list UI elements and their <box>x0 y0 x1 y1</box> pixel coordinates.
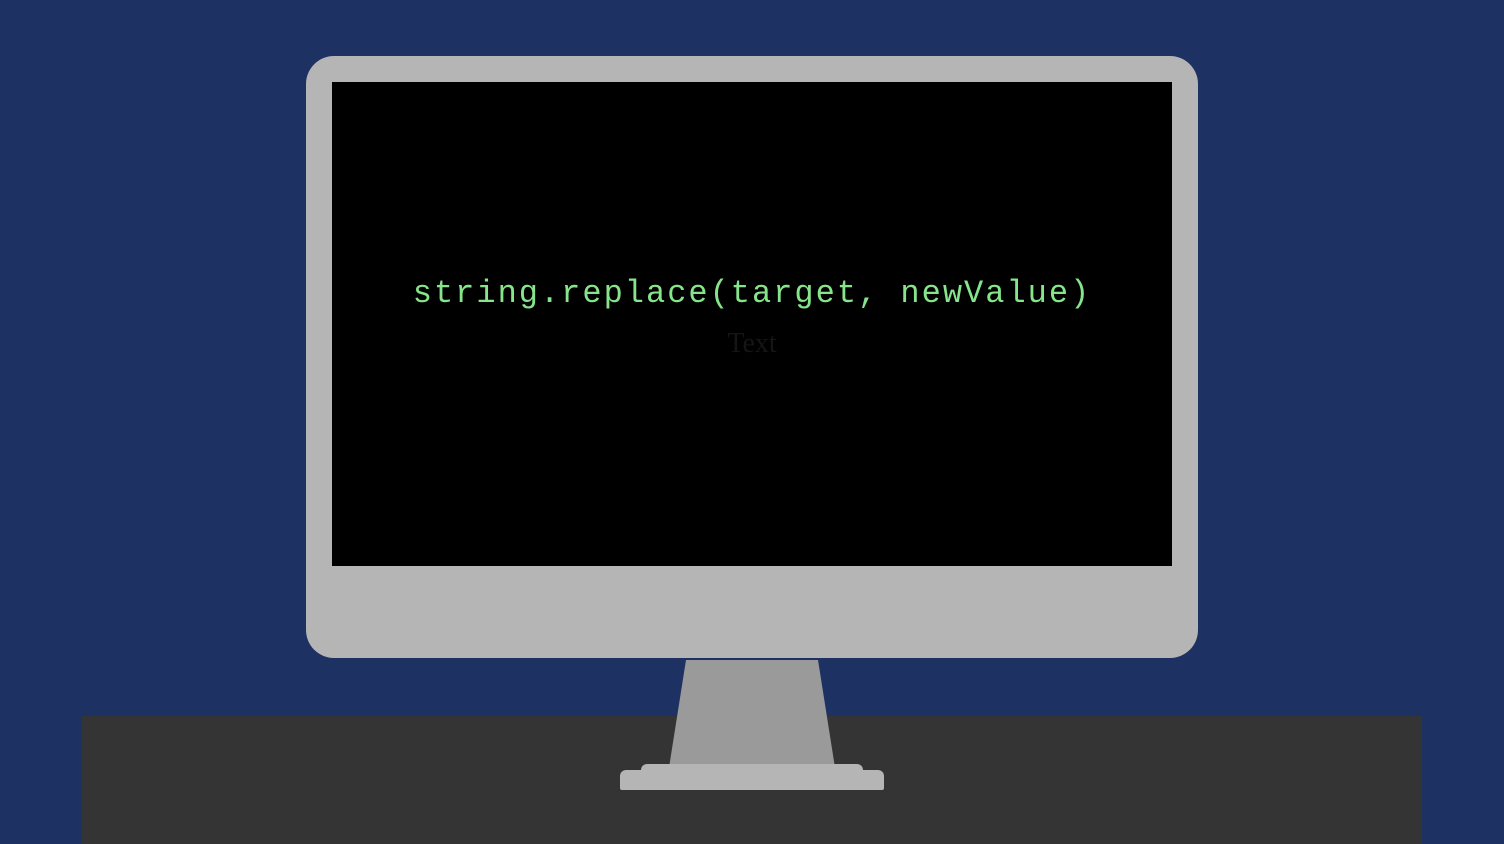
code-line: string.replace(target, newValue) <box>413 275 1092 312</box>
monitor-stand <box>668 660 836 774</box>
monitor-base <box>620 770 884 790</box>
monitor-body: string.replace(target, newValue) Text <box>306 56 1198 658</box>
ghost-text-label: Text <box>727 328 776 360</box>
monitor-screen: string.replace(target, newValue) Text <box>332 82 1172 566</box>
